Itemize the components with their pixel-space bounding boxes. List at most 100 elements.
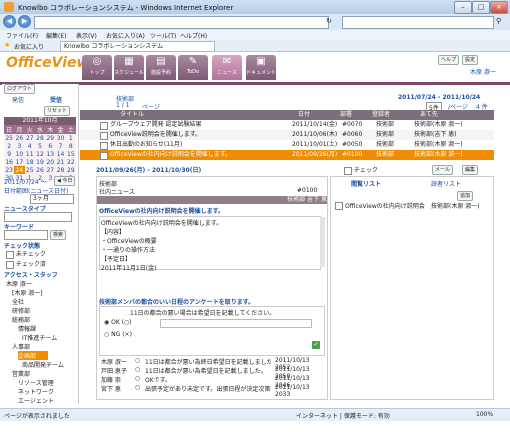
menu-edit[interactable]: 編集(E) [46,31,66,40]
submit-check-icon[interactable]: ✓ [312,341,320,349]
col-author[interactable]: 登録者 [372,110,390,120]
calendar-day[interactable]: 22 [66,158,76,166]
tree-item[interactable]: [木原 淑一] [6,288,76,297]
table-row-selected[interactable]: OfficeViewの社内向け説明会を開催します。 2011/09/26(月) … [80,150,494,160]
checkbox[interactable] [6,260,14,269]
calendar-day[interactable]: 20 [45,158,55,166]
list-item-title[interactable]: OfficeViewの社内向け説明会を開催 [345,201,425,210]
row-checkbox[interactable] [100,132,108,140]
help-link[interactable]: ヘルプ [438,55,460,65]
check-toggle[interactable]: チェック [344,165,378,175]
calendar-day[interactable]: 17 [14,158,24,166]
calendar-day[interactable]: 23 [4,166,14,174]
checkbox[interactable] [344,166,352,175]
nav-facility[interactable]: ▤ 施設予約 [146,55,176,80]
tree-item[interactable]: 商品開発チーム [6,360,76,369]
logout-button[interactable]: ログアウト [4,84,36,94]
calendar-day[interactable]: 29 [45,134,55,142]
calendar-day[interactable]: 10 [14,150,24,158]
keyword-input[interactable] [4,230,48,240]
col-dept[interactable]: 部署 [340,110,352,120]
calendar-day[interactable]: 25 [25,166,35,174]
option-ok[interactable]: ◉ OK (○) [104,319,132,326]
tree-item[interactable]: IT推進チーム [6,333,76,342]
calendar-day[interactable]: 28 [55,166,65,174]
calendar-day[interactable]: 12 [35,150,45,158]
calendar-day[interactable]: 9 [4,150,14,158]
calendar-day[interactable]: 21 [55,158,65,166]
calendar-day[interactable]: 19 [35,158,45,166]
zoom-level[interactable]: 100% [476,411,493,418]
search-button[interactable]: 検索 [50,230,67,240]
tab-viewed-list[interactable]: 閲覧リスト [351,179,381,188]
mail-button[interactable]: メール [432,165,454,175]
calendar-day[interactable]: 14 [55,150,65,158]
col-title[interactable]: タイトル [120,110,144,120]
calendar-day[interactable]: 4 [25,142,35,150]
calendar-day[interactable]: 16 [4,158,14,166]
nav-top[interactable]: ◎ トップ [82,55,112,80]
favorites-label[interactable]: お気に入り [14,42,44,51]
nav-document[interactable]: ▣ ドキュメント [246,55,276,80]
edit-button[interactable]: 編集 [462,165,479,175]
menu-help[interactable]: ヘルプ(H) [180,31,207,40]
row-title[interactable]: 休日出勤のお知らせ(11月) [110,140,290,150]
calendar-day[interactable]: 7 [55,142,65,150]
forward-icon[interactable]: ▶ [18,15,31,28]
calendar-day[interactable]: 28 [35,134,45,142]
menu-favorites[interactable]: お気に入り(A) [106,31,145,40]
col-to[interactable]: あて先 [420,110,438,120]
row-checkbox[interactable] [100,152,108,160]
row-checkbox[interactable] [100,142,108,150]
reset-button[interactable]: リセット [44,106,71,116]
tree-item[interactable]: 人事部 [6,342,76,351]
row-checkbox[interactable] [100,122,108,130]
tree-item[interactable]: リソース管理 [6,378,76,387]
menu-view[interactable]: 表示(V) [76,31,97,40]
tree-item-selected[interactable]: 企画部 [18,351,48,360]
tree-item[interactable]: 全社 [6,297,76,306]
calendar-day[interactable]: 30 [55,134,65,142]
calendar-day[interactable]: 15 [66,150,76,158]
checked-option[interactable]: チェック済 [6,259,46,269]
option-ng[interactable]: ○ NG (×) [104,331,132,338]
tree-item[interactable]: ネットワーク [6,387,76,396]
today-button[interactable]: ◀ 今日 [54,176,76,186]
row-title[interactable]: OfficeViewの社内向け説明会を開催します。 [110,150,290,160]
calendar-day[interactable]: 13 [45,150,55,158]
close-icon[interactable]: × [490,1,508,14]
user-name[interactable]: 木原 淑一 [470,67,496,76]
back-icon[interactable]: ◀ [3,15,16,28]
calendar-day[interactable]: 26 [14,134,24,142]
tree-item[interactable]: エージェント [6,396,76,405]
list-checkbox[interactable] [335,202,343,210]
calendar-day[interactable]: 6 [45,142,55,150]
calendar-day[interactable]: 26 [35,166,45,174]
calendar-day-today[interactable]: 24 [14,166,25,174]
nav-todo[interactable]: ✎ ToDo [178,55,208,80]
refresh-icon[interactable]: ↻ [326,17,332,25]
col-date[interactable]: 日付 [298,110,310,120]
table-row[interactable]: グループウェア開発 認定試験結果 2011/10/14(金) #0070 技術部… [80,120,494,130]
detail-scrollbar[interactable] [320,217,325,267]
tab-sent[interactable]: 発信 [12,95,24,104]
date-range-select[interactable]: 3ヶ月 [30,194,74,204]
search-icon[interactable]: ⚲ [496,17,501,25]
row-title[interactable]: グループウェア開発 認定試験結果 [110,120,290,130]
tab-reader-list[interactable]: 読者リスト [431,179,461,188]
calendar-day[interactable]: 25 [4,134,14,142]
calendar-day[interactable]: 11 [25,150,35,158]
calendar-day[interactable]: 27 [45,166,55,174]
nav-schedule[interactable]: ▦ スケジュール [114,55,144,80]
favorites-star-icon[interactable]: ★ [4,41,10,49]
comment-input[interactable] [160,319,312,328]
menu-tools[interactable]: ツール(T) [150,31,176,40]
calendar-day[interactable]: 29 [66,166,76,174]
minimize-icon[interactable]: – [454,1,472,14]
search-input[interactable] [342,16,494,29]
calendar-day[interactable]: 8 [66,142,76,150]
tab-received[interactable]: 受信 [50,95,62,104]
tree-item[interactable]: 総務部 [6,315,76,324]
unchecked-option[interactable]: 未チェック [6,249,46,259]
tree-item[interactable]: 研修部 [6,306,76,315]
